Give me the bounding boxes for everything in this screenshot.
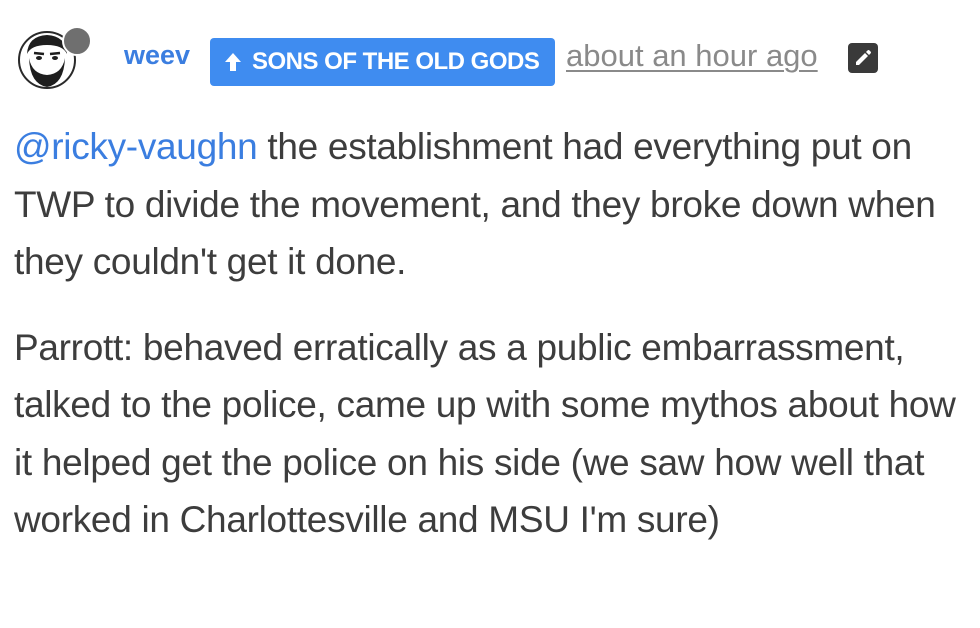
group-badge[interactable]: SONS OF THE OLD GODS <box>210 38 555 86</box>
post-paragraph: @ricky-vaughn the establishment had ever… <box>14 118 964 291</box>
user-avatar[interactable] <box>18 26 92 92</box>
user-mention-link[interactable]: @ricky-vaughn <box>14 126 258 167</box>
forum-post: weev SONS OF THE OLD GODS about an hour … <box>0 0 980 628</box>
username-link[interactable]: weev <box>124 40 190 71</box>
group-badge-label: SONS OF THE OLD GODS <box>252 48 540 75</box>
paragraph-text: Parrott: behaved erratically as a public… <box>14 326 956 541</box>
post-content: @ricky-vaughn the establishment had ever… <box>14 118 964 577</box>
arrow-up-icon <box>222 50 244 74</box>
post-paragraph: Parrott: behaved erratically as a public… <box>14 319 964 549</box>
pencil-icon[interactable] <box>848 43 878 73</box>
status-dot-icon <box>62 26 92 56</box>
post-timestamp-link[interactable]: about an hour ago <box>566 38 818 74</box>
